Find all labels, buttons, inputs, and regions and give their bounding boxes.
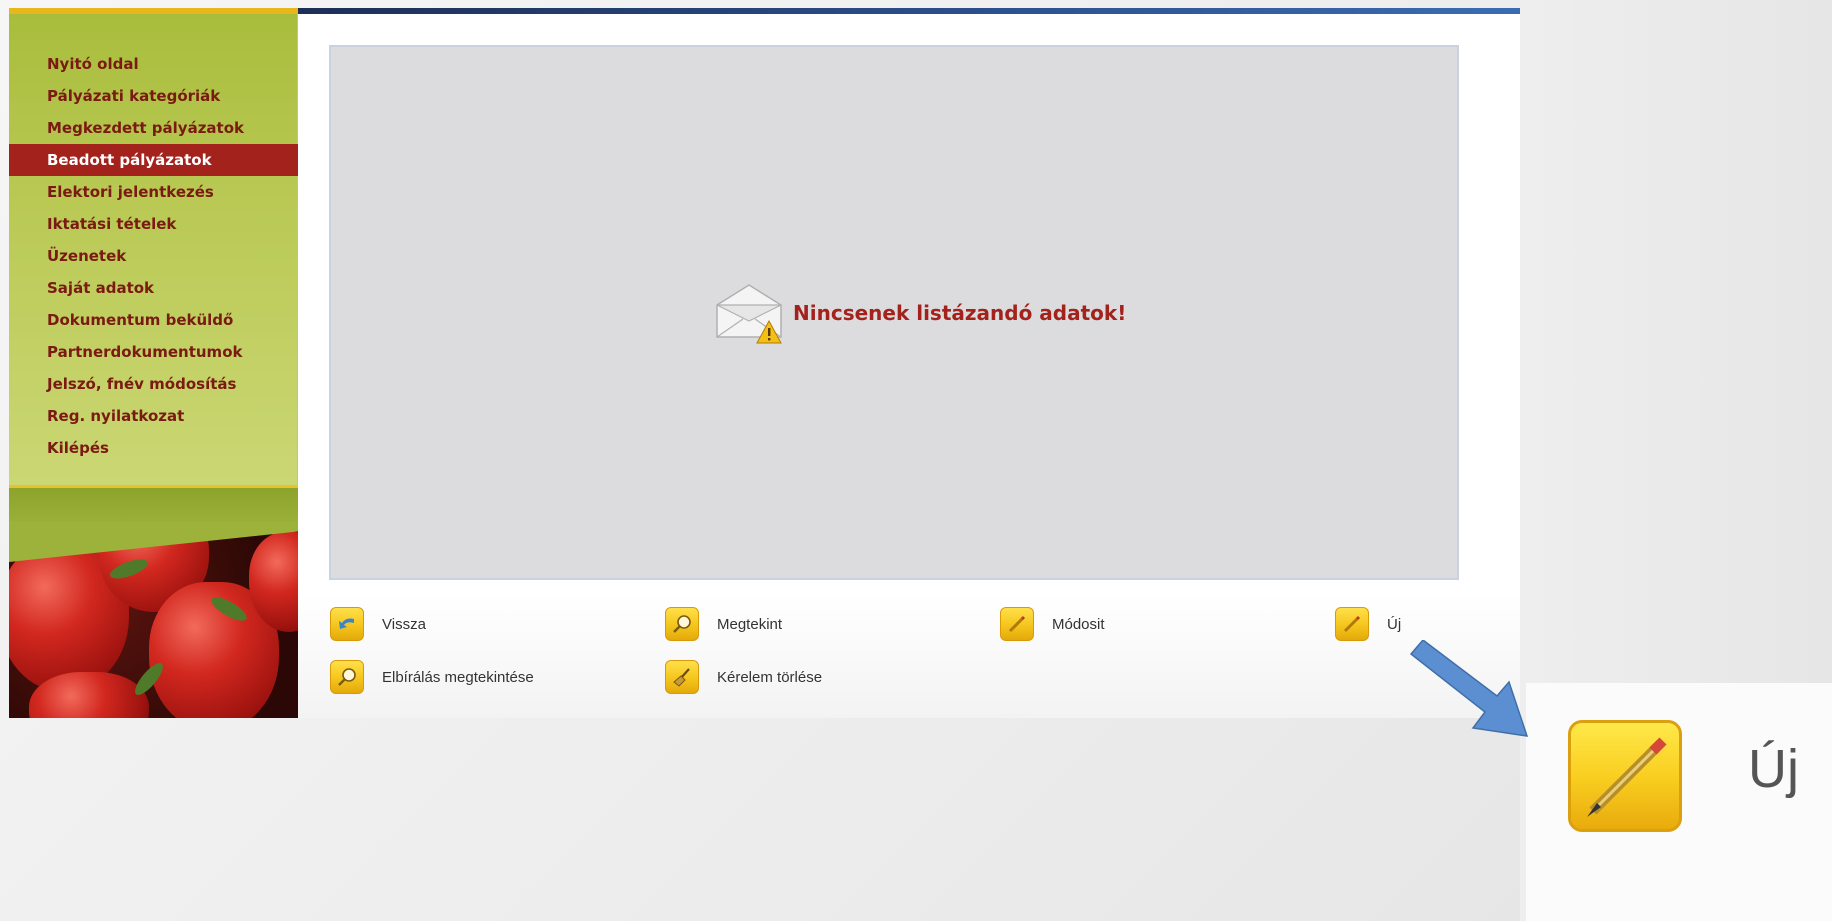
- zoomed-new-button[interactable]: [1568, 720, 1682, 832]
- sidebar-item-iktatasi-tetelek[interactable]: Iktatási tételek: [9, 208, 300, 240]
- arrow-annotation-icon: [1409, 640, 1529, 737]
- strawberry-image: [9, 522, 312, 718]
- sidebar-item-megkezdett-palyazatok[interactable]: Megkezdett pályázatok: [9, 112, 300, 144]
- zoomed-new-label: Új: [1748, 739, 1799, 799]
- back-arrow-icon: [330, 607, 364, 641]
- sidebar-menu: Nyitó oldal Pályázati kategóriák Megkezd…: [9, 48, 320, 464]
- delete-request-button[interactable]: Kérelem törlése: [665, 659, 822, 695]
- envelope-warning-icon: [716, 284, 782, 344]
- delete-request-label: Kérelem törlése: [717, 668, 823, 686]
- sidebar-item-reg-nyilatkozat[interactable]: Reg. nyilatkozat: [9, 400, 300, 432]
- empty-message: Nincsenek listázandó adatok!: [793, 301, 1127, 325]
- edit-button[interactable]: Módosit: [1000, 606, 1105, 642]
- back-button[interactable]: Vissza: [330, 606, 426, 642]
- main-content: Nincsenek listázandó adatok! Vissza Megt…: [298, 14, 1520, 718]
- sidebar-menu-area: Nyitó oldal Pályázati kategóriák Megkezd…: [9, 14, 320, 488]
- pencil-icon: [1000, 607, 1034, 641]
- broom-icon: [665, 660, 699, 694]
- sidebar-item-dokumentum-bekuldo[interactable]: Dokumentum beküldő: [9, 304, 300, 336]
- action-toolbar: Vissza Megtekint Módosit Új Elbírálás me…: [298, 594, 1520, 718]
- new-label: Új: [1387, 615, 1402, 633]
- data-list-area: Nincsenek listázandó adatok!: [329, 45, 1459, 580]
- edit-label: Módosit: [1052, 615, 1105, 633]
- sidebar-item-sajat-adatok[interactable]: Saját adatok: [9, 272, 300, 304]
- sidebar-item-kilepes[interactable]: Kilépés: [9, 432, 300, 464]
- view-evaluation-button[interactable]: Elbírálás megtekintése: [330, 659, 534, 695]
- sidebar-item-uzenetek[interactable]: Üzenetek: [9, 240, 300, 272]
- back-label: Vissza: [382, 615, 426, 633]
- sidebar-item-palyazati-kategoriak[interactable]: Pályázati kategóriák: [9, 80, 300, 112]
- sidebar-item-partnerdokumentumok[interactable]: Partnerdokumentumok: [9, 336, 300, 368]
- magnifier-icon: [665, 607, 699, 641]
- view-label: Megtekint: [717, 615, 783, 633]
- view-evaluation-label: Elbírálás megtekintése: [382, 668, 534, 686]
- pencil-icon: [1587, 737, 1667, 817]
- sidebar-item-nyito-oldal[interactable]: Nyitó oldal: [9, 48, 300, 80]
- new-button[interactable]: Új: [1335, 606, 1401, 642]
- sidebar-item-jelszo-fnev-modositas[interactable]: Jelszó, fnév módosítás: [9, 368, 300, 400]
- empty-state: Nincsenek listázandó adatok!: [713, 283, 1127, 344]
- sidebar-item-beadott-palyazatok[interactable]: Beadott pályázatok: [9, 144, 320, 176]
- sidebar: Nyitó oldal Pályázati kategóriák Megkezd…: [9, 14, 320, 718]
- pencil-icon: [1335, 607, 1369, 641]
- view-button[interactable]: Megtekint: [665, 606, 782, 642]
- magnifier-icon: [330, 660, 364, 694]
- sidebar-item-elektori-jelentkezes[interactable]: Elektori jelentkezés: [9, 176, 300, 208]
